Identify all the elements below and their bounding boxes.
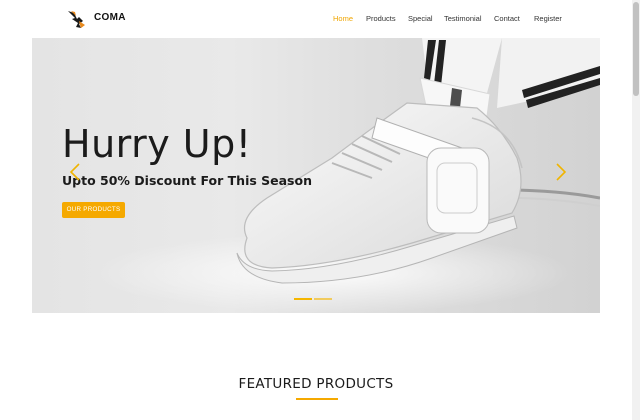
navbar: COMA Home Products Special Testimonial C… <box>32 0 600 38</box>
nav-register[interactable]: Register <box>534 14 562 23</box>
page-scrollbar[interactable] <box>632 0 640 420</box>
chevron-right-icon[interactable] <box>554 162 568 182</box>
carousel-indicator-1[interactable] <box>294 298 312 300</box>
carousel-indicator-2[interactable] <box>314 298 332 300</box>
hero-title: Hurry Up! <box>62 122 252 166</box>
nav-special[interactable]: Special <box>408 14 433 23</box>
featured-products-heading: FEATURED PRODUCTS <box>238 376 394 392</box>
nav-contact[interactable]: Contact <box>494 14 520 23</box>
heading-underline <box>296 398 338 400</box>
brand-name[interactable]: COMA <box>94 12 126 23</box>
hero-subtitle: Upto 50% Discount For This Season <box>62 173 312 188</box>
hero-carousel: Hurry Up! Upto 50% Discount For This Sea… <box>32 38 600 313</box>
chevron-left-icon[interactable] <box>68 162 82 182</box>
scrollbar-thumb[interactable] <box>633 2 639 96</box>
nav-products[interactable]: Products <box>366 14 396 23</box>
nav-home[interactable]: Home <box>333 14 353 23</box>
nav-testimonial[interactable]: Testimonial <box>444 14 482 23</box>
our-products-button[interactable]: OUR PRODUCTS <box>62 202 125 218</box>
eagle-logo-icon[interactable] <box>66 8 88 30</box>
